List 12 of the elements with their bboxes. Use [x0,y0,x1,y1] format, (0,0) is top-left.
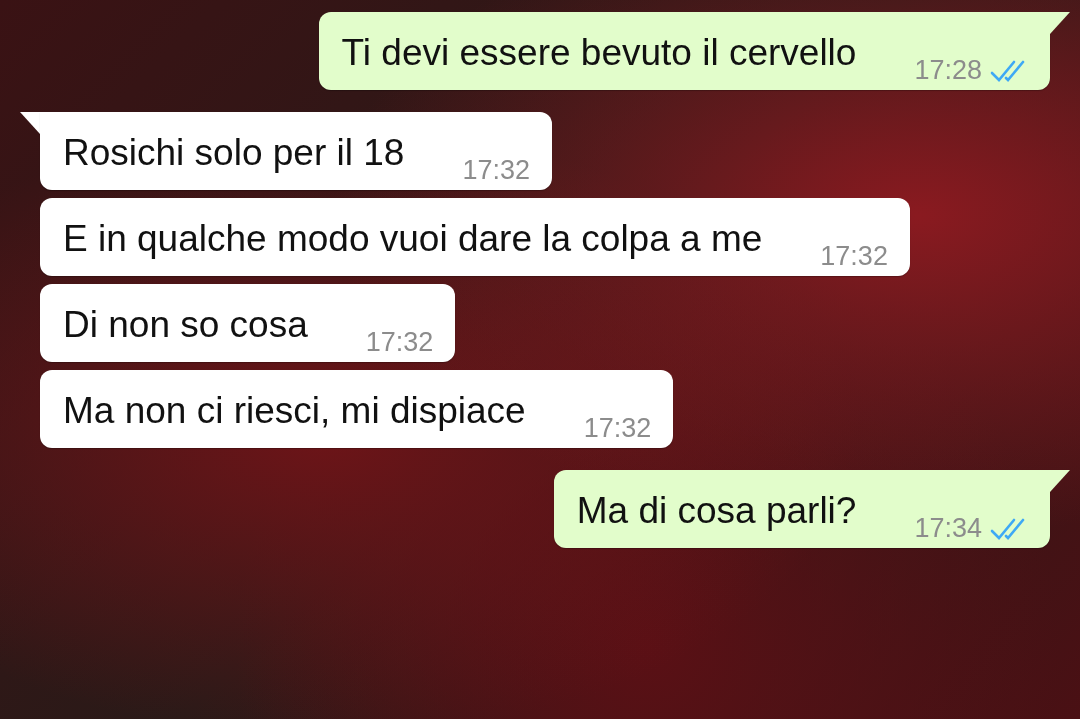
message-time: 17:34 [914,513,982,544]
message-time: 17:32 [365,327,434,358]
message-text: Ma non ci riesci, mi dispiace [63,389,526,433]
message-time: 17:28 [914,55,982,86]
message-text: Rosichi solo per il 18 [63,131,405,175]
message-text: Ma di cosa parli? [576,489,857,533]
message-time: 17:32 [820,241,888,272]
message-time: 17:32 [462,155,530,186]
message-text: Di non so cosa [63,303,308,347]
message-time: 17:32 [583,413,652,444]
message-text: E in qualche modo vuoi dare la colpa a me [63,217,763,261]
message-text: Ti devi essere bevuto il cervello [341,31,857,75]
